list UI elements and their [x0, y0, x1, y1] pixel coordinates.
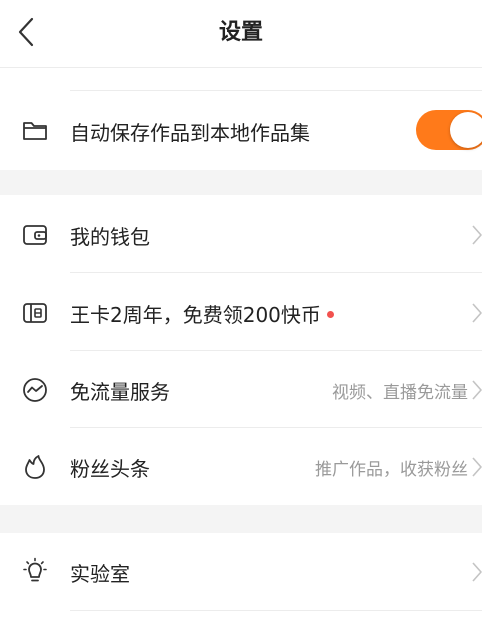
auto-save-toggle[interactable] — [416, 110, 482, 150]
lightbulb-icon — [23, 557, 47, 582]
free-data-row[interactable]: 免流量服务 视频、直播免流量 — [0, 351, 482, 428]
section-gap — [0, 170, 482, 195]
chevron-right-icon — [472, 457, 482, 477]
row-divider — [70, 610, 482, 611]
wangka-row[interactable]: 王卡2周年，免费领200快币 — [0, 273, 482, 350]
fan-headline-value: 推广作品，收获粉丝 — [315, 460, 468, 480]
chevron-right-icon — [472, 303, 482, 323]
chevron-right-icon — [472, 380, 482, 400]
fan-headline-row[interactable]: 粉丝头条 推广作品，收获粉丝 — [0, 428, 482, 505]
sim-card-icon — [23, 303, 47, 323]
back-button[interactable] — [10, 12, 46, 52]
section-gap — [0, 505, 482, 533]
wallet-label: 我的钱包 — [70, 225, 150, 249]
fan-headline-label: 粉丝头条 — [70, 457, 150, 481]
auto-save-label: 自动保存作品到本地作品集 — [70, 121, 310, 145]
auto-save-row: 自动保存作品到本地作品集 — [0, 92, 482, 169]
chevron-left-icon — [18, 17, 34, 47]
wallet-icon — [23, 225, 47, 245]
wangka-label: 王卡2周年，免费领200快币 — [70, 299, 334, 328]
free-data-label: 免流量服务 — [70, 380, 170, 404]
free-data-value: 视频、直播免流量 — [332, 383, 468, 403]
lab-label: 实验室 — [70, 562, 130, 586]
notification-dot — [326, 311, 334, 318]
chevron-right-icon — [472, 562, 482, 582]
services-section: 我的钱包 王卡2周年，免费领200快币 免流量服务 视频、直播免流量 粉丝头条 … — [0, 195, 482, 505]
header-bar: 设置 — [0, 0, 482, 68]
lab-section: 实验室 — [0, 533, 482, 618]
folder-icon — [23, 122, 47, 140]
auto-save-section: 自动保存作品到本地作品集 — [0, 68, 482, 170]
flame-icon — [25, 455, 45, 479]
wallet-row[interactable]: 我的钱包 — [0, 195, 482, 272]
chevron-right-icon — [472, 225, 482, 245]
row-divider — [70, 90, 482, 91]
wangka-label-text: 王卡2周年，免费领200快币 — [70, 303, 321, 327]
lab-row[interactable]: 实验室 — [0, 533, 482, 610]
traffic-icon — [23, 378, 47, 402]
toggle-knob — [450, 112, 482, 148]
page-title: 设置 — [218, 20, 263, 45]
